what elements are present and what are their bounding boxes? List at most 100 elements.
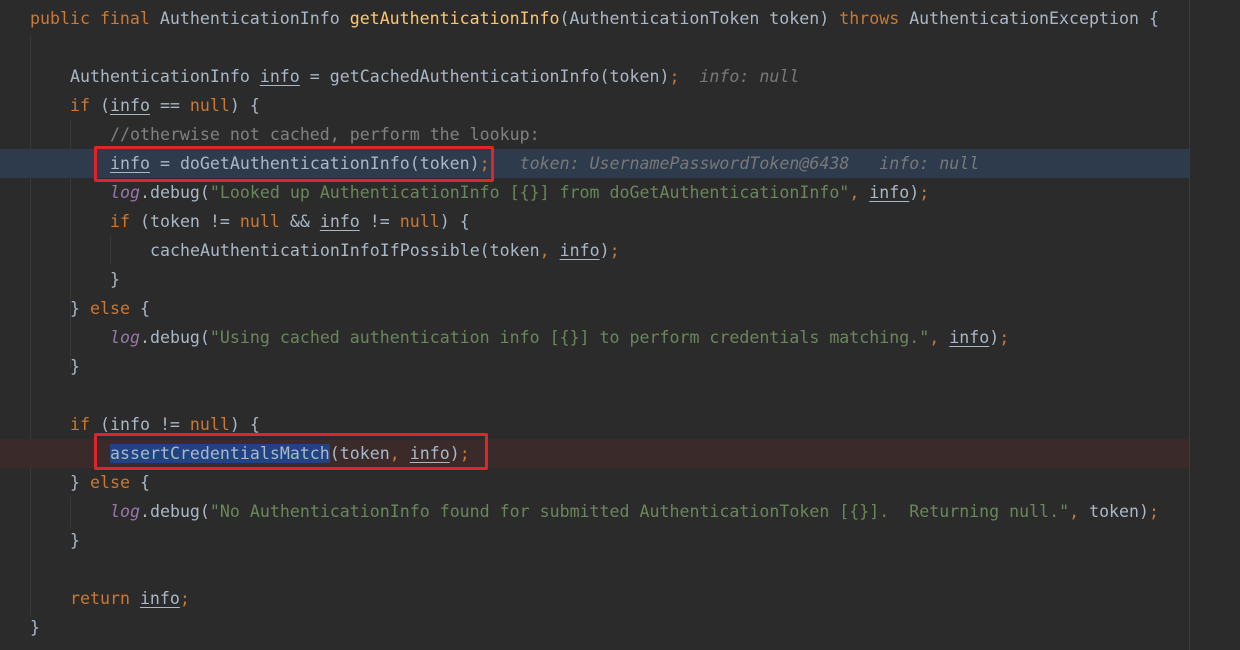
code-token: .debug( [139, 502, 210, 521]
code-text: return info; [70, 584, 190, 613]
code-text: log.debug("No AuthenticationInfo found f… [110, 497, 1159, 526]
code-line[interactable]: } [0, 352, 1240, 381]
code-token: info [869, 183, 910, 202]
inline-debug-value: info: null [679, 67, 800, 86]
code-token: ; [1149, 502, 1160, 521]
code-editor[interactable]: public final AuthenticationInfo getAuthe… [0, 0, 1240, 650]
code-token: } [30, 618, 40, 637]
code-token: } [70, 531, 80, 550]
code-line[interactable]: public final AuthenticationInfo getAuthe… [0, 4, 1240, 33]
code-line[interactable]: if (info == null) { [0, 91, 1240, 120]
code-token: ; [179, 589, 190, 608]
code-text: //otherwise not cached, perform the look… [110, 120, 540, 149]
code-token: != [149, 415, 190, 434]
code-text: public final AuthenticationInfo getAuthe… [30, 4, 1159, 33]
code-token: , [539, 241, 560, 260]
code-line[interactable]: } [0, 265, 1240, 294]
code-token: if [110, 212, 140, 231]
code-token: final [99, 9, 160, 28]
code-token: if [70, 415, 100, 434]
code-token: .debug( [139, 328, 210, 347]
code-token: != [359, 212, 400, 231]
code-token: null [189, 415, 230, 434]
code-text: cacheAuthenticationInfoIfPossible(token,… [150, 236, 620, 265]
code-token: && [289, 212, 320, 231]
code-text: } [70, 352, 80, 381]
code-token: (AuthenticationToken token) [559, 9, 840, 28]
code-token: "Looked up AuthenticationInfo [{}] from … [209, 183, 850, 202]
code-token: log [110, 328, 140, 347]
code-text: if (token != null && info != null) { [110, 207, 470, 236]
code-token: public [30, 9, 100, 28]
code-line[interactable]: log.debug("No AuthenticationInfo found f… [0, 497, 1240, 526]
code-line[interactable]: log.debug("Using cached authentication i… [0, 323, 1240, 352]
code-token: ) { [229, 96, 260, 115]
code-token: , [1069, 502, 1090, 521]
code-line[interactable]: log.debug("Looked up AuthenticationInfo … [0, 178, 1240, 207]
code-token: info [109, 415, 150, 434]
code-token: info [559, 241, 600, 260]
code-line[interactable]: } [0, 613, 1240, 642]
code-token: ; [609, 241, 620, 260]
code-token: return [70, 589, 140, 608]
code-token: info [319, 212, 360, 231]
code-token: ; [919, 183, 930, 202]
code-token: info [259, 67, 300, 86]
code-text: AuthenticationInfo info = getCachedAuthe… [70, 62, 799, 91]
code-line[interactable]: if (token != null && info != null) { [0, 207, 1240, 236]
code-token: ; [669, 67, 680, 86]
code-text: } else { [70, 294, 150, 323]
code-token: "Using cached authentication info [{}] t… [209, 328, 930, 347]
code-token: info [109, 96, 150, 115]
code-line[interactable]: //otherwise not cached, perform the look… [0, 120, 1240, 149]
code-token: , [929, 328, 950, 347]
code-token: } [70, 357, 80, 376]
code-token: AuthenticationException { [909, 9, 1159, 28]
code-token: (token != [139, 212, 240, 231]
code-token: else [89, 299, 140, 318]
code-token: info [139, 589, 180, 608]
code-token: , [849, 183, 870, 202]
code-token: } [70, 299, 90, 318]
code-line[interactable]: } else { [0, 468, 1240, 497]
code-token: if [70, 96, 100, 115]
code-token: //otherwise not cached, perform the look… [110, 125, 540, 144]
code-token: else [89, 473, 140, 492]
code-token: throws [839, 9, 910, 28]
code-token: ( [99, 96, 110, 115]
code-line[interactable] [0, 381, 1240, 410]
code-token: ) [909, 183, 920, 202]
code-text: log.debug("Using cached authentication i… [110, 323, 1009, 352]
highlight-box-assertCredentialsMatch [94, 433, 488, 470]
code-token: null [239, 212, 290, 231]
code-token: ) { [229, 415, 260, 434]
code-line[interactable]: } [0, 526, 1240, 555]
code-line[interactable]: AuthenticationInfo info = getCachedAuthe… [0, 62, 1240, 91]
code-line[interactable] [0, 33, 1240, 62]
code-token: == [149, 96, 190, 115]
code-token: .debug( [139, 183, 210, 202]
code-line[interactable]: return info; [0, 584, 1240, 613]
code-token: AuthenticationInfo [70, 67, 260, 86]
inline-debug-value: token: UsernamePasswordToken@6438 info: … [489, 154, 980, 173]
code-text: } [30, 613, 40, 642]
code-token: { [139, 473, 150, 492]
code-token: ) { [439, 212, 470, 231]
code-token: ( [99, 415, 110, 434]
code-text: } [70, 526, 80, 555]
code-token: ) [989, 328, 1000, 347]
code-token: cacheAuthenticationInfoIfPossible(token [150, 241, 540, 260]
code-line[interactable]: } else { [0, 294, 1240, 323]
code-token: ) [599, 241, 610, 260]
code-line[interactable] [0, 555, 1240, 584]
code-token: null [189, 96, 230, 115]
code-token: "No AuthenticationInfo found for submitt… [209, 502, 1070, 521]
code-token: AuthenticationInfo [159, 9, 350, 28]
code-token: } [110, 270, 120, 289]
code-token: ; [999, 328, 1010, 347]
code-line[interactable]: cacheAuthenticationInfoIfPossible(token,… [0, 236, 1240, 265]
code-token: getAuthenticationInfo [349, 9, 560, 28]
code-text: } else { [70, 468, 150, 497]
code-text: if (info == null) { [70, 91, 260, 120]
code-text: } [110, 265, 120, 294]
